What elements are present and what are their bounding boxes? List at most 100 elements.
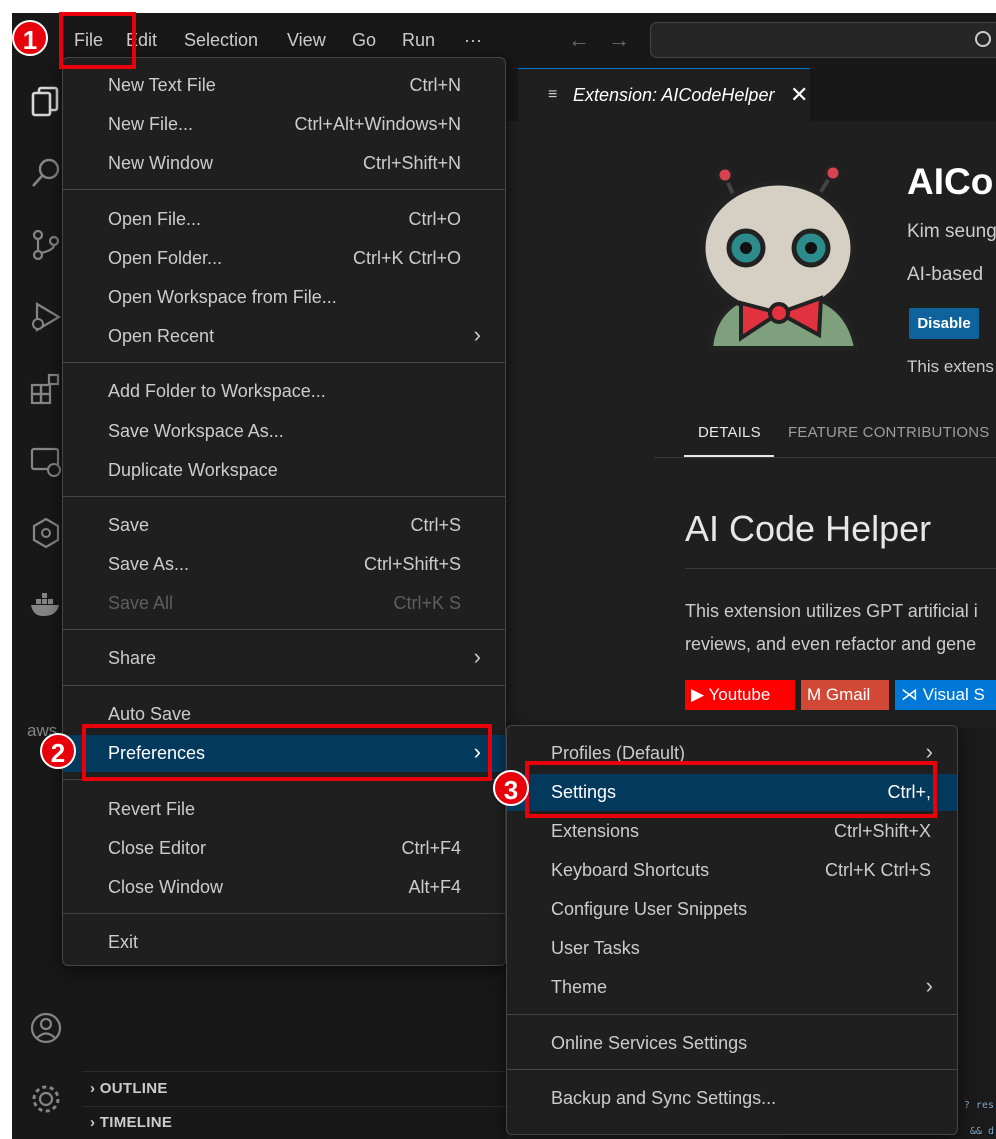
- menu-go[interactable]: Go: [352, 28, 376, 52]
- youtube-icon: ▶: [691, 685, 705, 704]
- highlight-preferences: [82, 724, 492, 781]
- menu-item-close-window[interactable]: Close Window Alt+F4: [63, 869, 505, 906]
- readme-paragraph-line1: This extension utilizes GPT artificial i: [685, 601, 978, 621]
- menu-item-backup-and-sync-settings[interactable]: Backup and Sync Settings...: [507, 1080, 957, 1117]
- menu-item-label: Save All: [108, 593, 174, 613]
- extension-description: AI-based: [907, 264, 984, 285]
- source-control-icon[interactable]: [29, 228, 63, 262]
- menu-item-revert-file[interactable]: Revert File: [63, 791, 505, 828]
- search-icon[interactable]: [29, 156, 63, 190]
- menu-item-save-workspace-as[interactable]: Save Workspace As...: [63, 413, 505, 450]
- menu-item-close-editor[interactable]: Close Editor Ctrl+F4: [63, 830, 505, 867]
- menu-item-exit[interactable]: Exit: [63, 924, 505, 961]
- chevron-right-icon: ›: [90, 1114, 96, 1131]
- menu-item-open-workspace-from-file[interactable]: Open Workspace from File...: [63, 279, 505, 316]
- chevron-right-icon: ›: [925, 973, 933, 998]
- menu-item-shortcut: Ctrl+K Ctrl+S: [824, 860, 931, 880]
- menu-item-configure-user-snippets[interactable]: Configure User Snippets: [507, 891, 957, 928]
- gmail-badge[interactable]: M Gmail: [801, 680, 889, 710]
- menu-item-new-window[interactable]: New Window Ctrl+Shift+N: [63, 145, 505, 182]
- menu-item-save-as[interactable]: Save As... Ctrl+Shift+S: [63, 546, 505, 583]
- account-icon[interactable]: [29, 1011, 63, 1045]
- menu-item-online-services-settings[interactable]: Online Services Settings: [507, 1025, 957, 1062]
- menu-item-save[interactable]: Save Ctrl+S: [63, 507, 505, 544]
- menu-item-label: Close Window: [108, 877, 224, 897]
- outline-label: OUTLINE: [99, 1080, 168, 1097]
- tab-extension-aicodehelper[interactable]: ≡ Extension: AICodeHelper ✕: [518, 68, 810, 121]
- youtube-badge[interactable]: ▶ Youtube: [685, 680, 795, 710]
- menu-item-label: New Window: [108, 153, 214, 173]
- menu-item-shortcut: Ctrl+K S: [393, 593, 461, 613]
- menu-item-theme[interactable]: Theme ›: [507, 969, 957, 1006]
- step-badge-3: 3: [493, 770, 529, 806]
- tab-feature-contributions[interactable]: FEATURE CONTRIBUTIONS: [788, 424, 989, 441]
- search-icon: [975, 31, 991, 47]
- forward-arrow-icon[interactable]: →: [608, 27, 630, 53]
- menu-more[interactable]: ···: [464, 28, 482, 52]
- menu-item-label: Theme: [551, 977, 608, 997]
- menu-item-label: Duplicate Workspace: [108, 460, 278, 480]
- highlight-settings: [525, 761, 937, 818]
- menu-item-duplicate-workspace[interactable]: Duplicate Workspace: [63, 452, 505, 489]
- menu-item-extensions[interactable]: Extensions Ctrl+Shift+X: [507, 813, 957, 850]
- menu-separator: [63, 189, 505, 190]
- timeline-panel-header[interactable]: › TIMELINE: [90, 1114, 172, 1131]
- visual-studio-badge[interactable]: ⋊ Visual S: [895, 680, 996, 710]
- menu-item-label: Online Services Settings: [551, 1033, 748, 1053]
- chevron-right-icon: ›: [473, 322, 481, 347]
- extensions-icon[interactable]: [29, 372, 63, 406]
- gmail-icon: M: [807, 685, 822, 704]
- menu-item-label: Open Folder...: [108, 248, 223, 268]
- menu-item-label: Open Workspace from File...: [108, 287, 337, 307]
- editor-tab-bar: ≡ Extension: AICodeHelper ✕: [506, 68, 996, 121]
- menu-item-shortcut: Alt+F4: [408, 877, 461, 897]
- menu-item-label: Share: [108, 648, 157, 668]
- disable-button[interactable]: Disable: [909, 308, 979, 339]
- menu-view[interactable]: View: [287, 28, 326, 52]
- menu-separator: [507, 1014, 957, 1015]
- menu-item-shortcut: Ctrl+S: [410, 515, 461, 535]
- menu-run[interactable]: Run: [402, 28, 435, 52]
- vscode-window: File Edit Selection View Go Run ··· ← →: [12, 13, 996, 1139]
- docker-icon[interactable]: [29, 588, 63, 622]
- menu-item-new-file[interactable]: New File... Ctrl+Alt+Windows+N: [63, 106, 505, 143]
- readme-paragraph-line2: reviews, and even refactor and gene: [685, 634, 977, 654]
- close-icon[interactable]: ✕: [790, 82, 808, 108]
- outline-panel-header[interactable]: › OUTLINE: [90, 1080, 168, 1097]
- manage-gear-icon[interactable]: [29, 1082, 63, 1116]
- code-snippet: && d: [969, 1126, 994, 1137]
- readme-title: AI Code Helper: [685, 508, 932, 549]
- youtube-badge-label: Youtube: [708, 685, 771, 704]
- command-center-search[interactable]: [650, 22, 996, 58]
- menu-item-shortcut: Ctrl+Alt+Windows+N: [294, 114, 461, 134]
- kubernetes-icon[interactable]: [29, 516, 63, 550]
- menu-item-open-file[interactable]: Open File... Ctrl+O: [63, 201, 505, 238]
- extension-publisher[interactable]: Kim seung: [907, 221, 996, 243]
- menu-item-add-folder-to-workspace[interactable]: Add Folder to Workspace...: [63, 373, 505, 410]
- timeline-label: TIMELINE: [99, 1114, 173, 1131]
- menu-separator: [507, 1069, 957, 1070]
- file-menu: New Text File Ctrl+N New File... Ctrl+Al…: [62, 57, 506, 966]
- extension-title: AICo: [907, 161, 994, 202]
- menu-item-label: New File...: [108, 114, 194, 134]
- menu-separator: [63, 685, 505, 686]
- back-arrow-icon[interactable]: ←: [568, 27, 590, 53]
- menu-item-label: Exit: [108, 932, 139, 952]
- menu-item-share[interactable]: Share ›: [63, 640, 505, 677]
- menu-item-shortcut: Ctrl+Shift+N: [362, 153, 461, 173]
- menu-item-open-folder[interactable]: Open Folder... Ctrl+K Ctrl+O: [63, 240, 505, 277]
- remote-explorer-icon[interactable]: [29, 444, 63, 478]
- menu-item-label: User Tasks: [551, 938, 640, 958]
- menu-item-user-tasks[interactable]: User Tasks: [507, 930, 957, 967]
- menu-selection[interactable]: Selection: [184, 28, 258, 52]
- menu-item-label: Save: [108, 515, 150, 535]
- tab-details[interactable]: DETAILS: [698, 424, 761, 441]
- tab-label: Extension: AICodeHelper: [573, 85, 775, 105]
- menu-item-keyboard-shortcuts[interactable]: Keyboard Shortcuts Ctrl+K Ctrl+S: [507, 852, 957, 889]
- menu-separator: [63, 629, 505, 630]
- menu-item-new-text-file[interactable]: New Text File Ctrl+N: [63, 67, 505, 104]
- explorer-icon[interactable]: [29, 84, 63, 118]
- menu-item-label: Close Editor: [108, 838, 207, 858]
- menu-item-open-recent[interactable]: Open Recent ›: [63, 318, 505, 355]
- run-debug-icon[interactable]: [29, 300, 63, 334]
